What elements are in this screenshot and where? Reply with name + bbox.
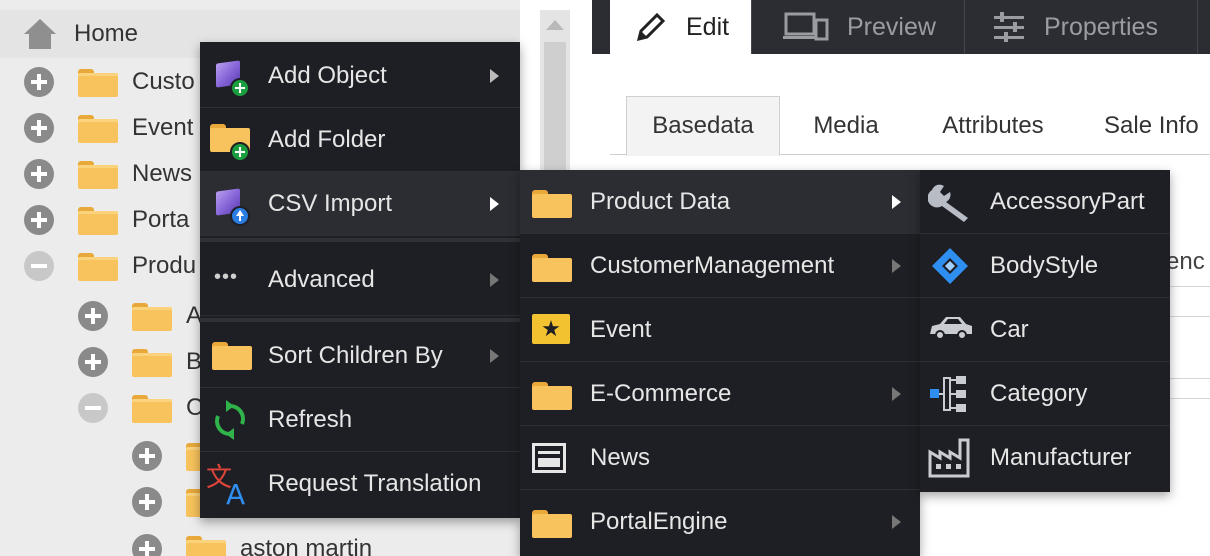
pencil-icon [634, 10, 668, 44]
add-folder-icon [210, 122, 250, 162]
tree-item-label: aston martin [240, 535, 373, 556]
menu-item-portal-engine[interactable]: PortalEngine [520, 490, 920, 554]
news-icon [532, 443, 566, 473]
folder-icon [132, 347, 172, 377]
menu-item-refresh[interactable]: Refresh [200, 388, 520, 452]
refresh-icon [212, 400, 252, 440]
menu-separator [200, 238, 520, 242]
tab-attributes[interactable]: Attributes [916, 96, 1070, 156]
tab-preview[interactable]: Preview [753, 0, 965, 54]
menu-item-add-folder[interactable]: Add Folder [200, 108, 520, 172]
tree-item-label: Custo [132, 68, 195, 95]
scroll-up-icon[interactable] [546, 20, 564, 30]
tree-item[interactable]: B [78, 339, 202, 385]
submenu-arrow-icon [892, 259, 901, 273]
translate-icon: 文A [206, 462, 246, 511]
folder-icon [532, 188, 572, 218]
menu-item-car[interactable]: Car [920, 298, 1170, 362]
tree-item[interactable]: aston martin [132, 526, 372, 556]
star-icon: ★ [532, 314, 570, 344]
expand-icon[interactable] [24, 159, 54, 189]
tree-item-label: News [132, 160, 193, 187]
collapse-icon[interactable] [78, 393, 108, 423]
submenu-arrow-icon [892, 515, 901, 529]
submenu-arrow-icon [892, 387, 901, 401]
submenu-arrow-icon [490, 349, 499, 363]
folder-icon [78, 159, 118, 189]
menu-item-advanced[interactable]: ••• Advanced [200, 244, 520, 316]
collapse-icon[interactable] [24, 251, 54, 281]
bodystyle-icon [930, 246, 970, 286]
menu-item-sort-children[interactable]: Sort Children By [200, 324, 520, 388]
menu-item-request-translation[interactable]: 文A Request Translation [200, 452, 520, 516]
submenu-arrow-icon [490, 69, 499, 83]
field-label-clipped: enc [1166, 248, 1205, 275]
factory-icon [928, 438, 970, 478]
submenu-arrow-icon [490, 197, 499, 211]
expand-icon[interactable] [132, 534, 162, 556]
tab-media[interactable]: Media [792, 96, 900, 156]
menu-item-manufacturer[interactable]: Manufacturer [920, 426, 1170, 490]
menu-item-category[interactable]: Category [920, 362, 1170, 426]
menu-item-product-data[interactable]: Product Data [520, 170, 920, 234]
folder-icon [132, 393, 172, 423]
expand-icon[interactable] [24, 67, 54, 97]
expand-icon[interactable] [24, 205, 54, 235]
folder-icon [78, 113, 118, 143]
expand-icon[interactable] [78, 301, 108, 331]
tree-item[interactable]: Produ [24, 243, 196, 289]
expand-icon[interactable] [132, 441, 162, 471]
product-data-submenu: AccessoryPart BodyStyle Car Category Man… [920, 170, 1170, 492]
folder-icon [532, 380, 572, 410]
more-dots-icon: ••• [214, 266, 239, 288]
csv-import-submenu: Product Data CustomerManagement ★ Event … [520, 170, 920, 556]
folder-icon [212, 340, 252, 370]
tree-item[interactable]: Porta [24, 197, 189, 243]
folder-icon [532, 252, 572, 282]
expand-icon[interactable] [78, 347, 108, 377]
tree-item[interactable]: Custo [24, 59, 195, 105]
menu-item-csv-import[interactable]: CSV Import [200, 172, 520, 236]
csv-import-icon [210, 184, 250, 226]
folder-icon [532, 508, 572, 538]
menu-separator [200, 318, 520, 322]
folder-icon [78, 67, 118, 97]
menu-item-add-object[interactable]: Add Object [200, 44, 520, 108]
expand-icon[interactable] [24, 113, 54, 143]
tree-item[interactable]: News [24, 151, 192, 197]
tab-edit[interactable]: Edit [610, 0, 752, 54]
folder-icon [132, 301, 172, 331]
tab-sale-info[interactable]: Sale Info [1088, 96, 1210, 156]
submenu-arrow-icon [892, 195, 901, 209]
menu-item-customer-management[interactable]: CustomerManagement [520, 234, 920, 298]
context-menu: Add Object Add Folder CSV Import ••• Adv… [200, 42, 520, 518]
tab-basedata[interactable]: Basedata [626, 96, 780, 156]
home-icon [22, 19, 58, 49]
devices-icon [783, 11, 829, 43]
category-icon [928, 374, 968, 414]
folder-icon [186, 534, 226, 556]
tree-item-label: Porta [132, 206, 190, 233]
tree-item[interactable]: Event [24, 105, 193, 151]
add-object-icon [210, 56, 250, 98]
menu-item-e-commerce[interactable]: E-Commerce [520, 362, 920, 426]
tree-home-label: Home [74, 20, 139, 47]
tab-properties[interactable]: Properties [966, 0, 1198, 54]
menu-item-news[interactable]: News [520, 426, 920, 490]
menu-item-event[interactable]: ★ Event [520, 298, 920, 362]
submenu-arrow-icon [490, 273, 499, 287]
tree-item-label: Event [132, 114, 194, 141]
menu-item-accessory-part[interactable]: AccessoryPart [920, 170, 1170, 234]
expand-icon[interactable] [132, 487, 162, 517]
tree-item[interactable]: C [78, 385, 203, 431]
sliders-icon [992, 11, 1026, 43]
tree-item-label: Produ [132, 252, 197, 279]
folder-icon [78, 251, 118, 281]
svg-text:A: A [226, 478, 245, 506]
car-icon [928, 314, 972, 354]
folder-icon [78, 205, 118, 235]
menu-item-body-style[interactable]: BodyStyle [920, 234, 1170, 298]
tree-item[interactable]: A [78, 293, 202, 339]
wrench-icon [927, 182, 968, 222]
